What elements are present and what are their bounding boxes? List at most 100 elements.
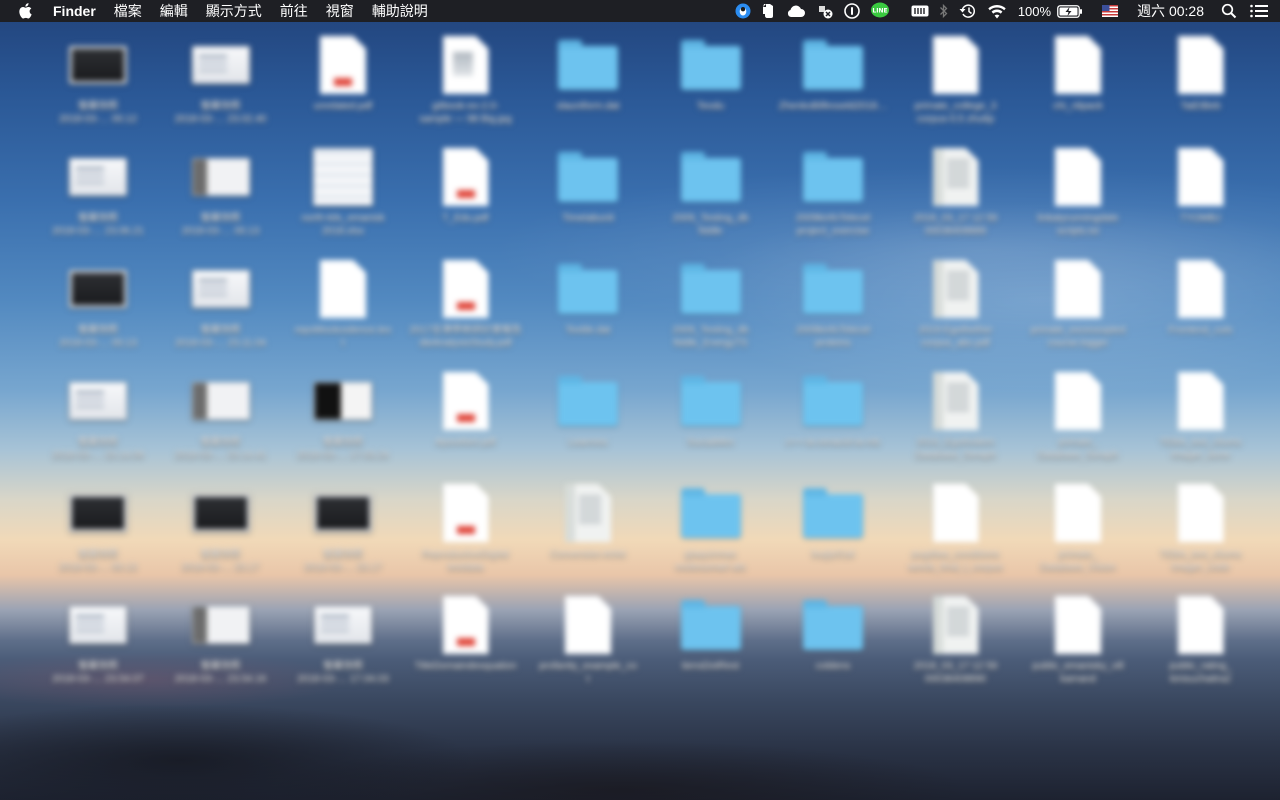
clock-text[interactable]: 週六 00:28 <box>1137 1 1204 21</box>
desktop-item[interactable]: 螢幕快照 2018-03-… 23.14.41 <box>159 360 283 468</box>
desktop-item[interactable]: 螢幕快照 2018-03-… 00.12 <box>36 24 160 132</box>
desktop-item[interactable]: 螢幕快照 2018-03-… 00.13 <box>159 136 283 244</box>
cloud-icon[interactable] <box>786 0 806 22</box>
desktop-item[interactable]: public_emanisky_vill kamand <box>1016 584 1140 692</box>
desktop-item[interactable]: gtaquinmas restlessmart ats <box>649 472 773 580</box>
desktop-item[interactable]: Textile.dat <box>526 248 650 356</box>
time-machine-icon[interactable] <box>959 0 977 22</box>
desktop-item[interactable]: 2018_03_17 12 59 00038408889 <box>894 136 1018 244</box>
image-thumbnail-icon <box>191 382 250 420</box>
desktop-item[interactable]: 2019 Egothether corpus_abc.pdf <box>894 248 1018 356</box>
desktop-item[interactable]: 2018_03_17 12 59 00038408890 <box>894 584 1018 692</box>
folder-icon <box>558 264 618 314</box>
menu-edit[interactable]: 編輯 <box>151 0 197 22</box>
desktop-item-label: TitleDomaindexquation <box>414 661 517 672</box>
desktop-item[interactable]: 螢幕快照 2018-03-… 23.06.21 <box>36 136 160 244</box>
desktop-item[interactable]: T_Edu.pdf <box>404 136 528 244</box>
desktop-item[interactable]: 螢幕快照 2018-03-… 23.54.07 <box>36 584 160 692</box>
desktop-item[interactable]: tiensDotRest <box>649 584 773 692</box>
notification-center-icon[interactable] <box>1250 0 1268 22</box>
desktop-item[interactable]: 螢幕快照 2018-03-… 17.04.03 <box>281 584 405 692</box>
desktop-item[interactable]: 螢幕快照 2018-03-… 23.14.09 <box>36 360 160 468</box>
desktop-item[interactable]: primate_ Database_Seraph <box>1016 360 1140 468</box>
desktop-item[interactable]: primate_college_3 corpus-0.5 zhuttp <box>894 24 1018 132</box>
desktop-item[interactable]: chi_nlipack <box>1016 24 1140 132</box>
desktop-item[interactable]: 2009_Testing_db fiddle_EnergyTS <box>649 248 773 356</box>
bluetooth-icon[interactable] <box>939 0 949 22</box>
desktop-item[interactable]: repoMockosilence.tex t <box>281 248 405 356</box>
image-thumbnail-icon <box>69 158 127 196</box>
desktop-item[interactable]: ReproductiveDigital testdata <box>404 472 528 580</box>
desktop-item[interactable]: unrelated.pdf <box>281 24 405 132</box>
menu-bar: Finder 檔案 編輯 顯示方式 前往 視窗 輔助說明 LINE 100% 週… <box>0 0 1280 22</box>
image-thumbnail-icon <box>69 382 127 420</box>
blank-document-icon <box>1177 596 1224 654</box>
desktop-icon-grid: 螢幕快照 2018-03-… 00.12 螢幕快照 2018-03-… 23.02… <box>0 22 1280 800</box>
desktop-item[interactable]: slauniform.dat <box>526 24 650 132</box>
desktop-item[interactable]: 2017全港學術研討會報告 dieAnalysisStudy.pdf <box>404 248 528 356</box>
desktop-item[interactable]: TEBA_text_cliums Imager_dune <box>1139 360 1263 468</box>
desktop-item-label: c++-ia-cenacid-ia-mb <box>786 437 880 448</box>
desktop-item[interactable]: TYOMBJ <box>1139 136 1263 244</box>
menu-view[interactable]: 顯示方式 <box>197 0 271 22</box>
desktop-item[interactable]: ApsoAlert.pdf <box>404 360 528 468</box>
desktop-item[interactable]: bugly01al <box>771 472 895 580</box>
desktop-item[interactable]: gitbook-ex-2.0- sample — 98 Big.jpg <box>404 24 528 132</box>
desktop-item[interactable]: 2009kinfoTelecel proteins <box>771 248 895 356</box>
desktop-item[interactable]: c++-ia-cenacid-ia-mb <box>771 360 895 468</box>
desktop-item[interactable]: profanity_example_co t <box>526 584 650 692</box>
battery-icon[interactable] <box>1057 0 1083 22</box>
desktop-item[interactable]: 2019_Egotholiem Database_Seraph <box>894 360 1018 468</box>
desktop-item[interactable]: 螢幕快照 2018-03-… 23.17 <box>159 472 283 580</box>
desktop-item[interactable]: Learnrex <box>526 360 650 468</box>
desktop-item[interactable]: TaiEtBeb <box>1139 24 1263 132</box>
desktop-item-label: primate_ Database_Vision <box>1040 549 1116 573</box>
app-menu-finder[interactable]: Finder <box>44 0 105 22</box>
desktop-item[interactable]: 螢幕快照 2018-03-… 00.13 <box>36 248 160 356</box>
menu-file[interactable]: 檔案 <box>105 0 151 22</box>
desktop-item[interactable]: 螢幕快照 2018-03-… 23.17 <box>281 472 405 580</box>
evernote-icon[interactable] <box>761 0 776 22</box>
desktop-item[interactable]: north-kils_emanisk 2018.xlsx <box>281 136 405 244</box>
menu-go[interactable]: 前往 <box>271 0 317 22</box>
desktop-item[interactable]: coldens <box>771 584 895 692</box>
desktop-item[interactable]: primate_excessopted course.logger <box>1016 248 1140 356</box>
desktop-item[interactable]: Frontend_cuts <box>1139 248 1263 356</box>
desktop-item[interactable]: Teodu <box>649 24 773 132</box>
desktop-item[interactable]: public_rating_ kinisuchaitra2 <box>1139 584 1263 692</box>
qq-icon[interactable] <box>735 0 751 22</box>
desktop-item[interactable]: 螢幕快照 2018-03-… 17.03.24 <box>281 360 405 468</box>
desktop-item[interactable]: TitleDomaindexquation <box>404 584 528 692</box>
battery-percent-text[interactable]: 100% <box>1018 4 1051 19</box>
desktop-item[interactable]: 螢幕快照 2018-03-… 23.11.04 <box>159 248 283 356</box>
desktop-item-label: SocialMtm <box>687 437 734 448</box>
wifi-icon[interactable] <box>987 0 1007 22</box>
desktop-item[interactable]: linkatyrunningdate scripts.txt <box>1016 136 1140 244</box>
onepassword-icon[interactable] <box>844 0 860 22</box>
desktop-item[interactable]: SocialMtm <box>649 360 773 468</box>
desktop-item[interactable]: pugdlaw_conditions words_final_t_corpus <box>894 472 1018 580</box>
desktop-item[interactable]: 2009kinfoTelecel project_exercise <box>771 136 895 244</box>
desktop-item[interactable]: 2009_Testing_db fiddle <box>649 136 773 244</box>
blank-document-icon <box>1055 260 1101 318</box>
desktop-item[interactable]: primate_ Database_Vision <box>1016 472 1140 580</box>
image-thumbnail-icon <box>69 46 127 84</box>
desktop-item[interactable]: Conversion Artist <box>526 472 650 580</box>
desktop-item[interactable]: 螢幕快照 2018-03-… 23.02.40 <box>159 24 283 132</box>
image-thumbnail-icon <box>191 158 250 196</box>
desktop-item[interactable]: TEBA_text_cliums Imager_code <box>1139 472 1263 580</box>
desktop-item[interactable]: Timetabunit <box>526 136 650 244</box>
spotlight-search-icon[interactable] <box>1221 0 1237 22</box>
desktop-item[interactable]: 螢幕快照 2018-03-… 23.54.16 <box>159 584 283 692</box>
memory-icon[interactable] <box>911 0 929 22</box>
line-icon[interactable]: LINE <box>870 0 890 22</box>
apple-logo-icon[interactable] <box>18 2 34 20</box>
desktop-item[interactable]: 螢幕快照 2018-03-… 00.13 <box>36 472 160 580</box>
sync-icon[interactable] <box>816 0 834 22</box>
input-source-flag-icon[interactable] <box>1102 0 1119 22</box>
desktop-item[interactable]: ZhenkoBilfesseld2018… <box>771 24 895 132</box>
desktop-item-label: gitbook-ex-2.0- sample — 98 Big.jpg <box>419 101 512 125</box>
menu-help[interactable]: 輔助說明 <box>363 0 437 22</box>
desktop-item-label: 螢幕快照 2018-03-… 23.54.16 <box>174 661 267 685</box>
menu-window[interactable]: 視窗 <box>317 0 363 22</box>
